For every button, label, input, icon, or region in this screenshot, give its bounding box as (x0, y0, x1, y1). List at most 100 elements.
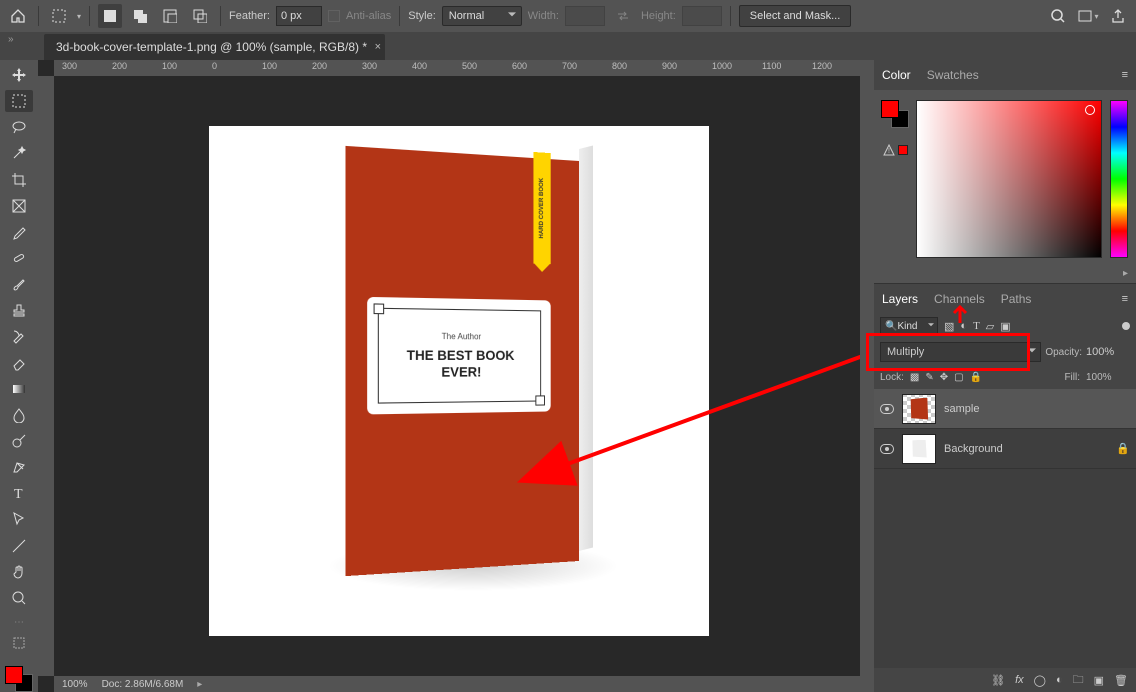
group-icon[interactable]: 🗀 (1073, 671, 1084, 690)
lasso-tool-icon[interactable] (5, 116, 33, 138)
visibility-icon[interactable] (880, 444, 894, 454)
layer-item-background[interactable]: Background 🔒 (874, 429, 1136, 469)
marquee-tool-icon[interactable] (5, 90, 33, 112)
zoom-value[interactable]: 100% (62, 679, 88, 690)
filter-type-icon[interactable]: T (973, 320, 980, 332)
fx-icon[interactable]: fx (1015, 674, 1024, 686)
height-label: Height: (641, 10, 676, 22)
healing-tool-icon[interactable] (5, 247, 33, 269)
new-layer-icon[interactable]: ▣ (1094, 674, 1104, 687)
move-tool-icon[interactable] (5, 64, 33, 86)
canvas[interactable]: HARD COVER BOOK The Author THE BEST BOOK… (54, 76, 860, 676)
brush-tool-icon[interactable] (5, 273, 33, 295)
filter-smart-icon[interactable]: ▣ (1000, 320, 1010, 333)
link-layers-icon[interactable]: ⛓ (991, 674, 1005, 687)
hue-slider[interactable] (1110, 100, 1128, 258)
layer-name[interactable]: sample (944, 403, 979, 415)
zoom-tool-icon[interactable] (5, 587, 33, 609)
opacity-value[interactable]: 100% (1086, 346, 1130, 358)
lock-label: Lock: (880, 372, 904, 383)
dodge-tool-icon[interactable] (5, 430, 33, 452)
selection-new-icon[interactable] (98, 4, 122, 28)
adjustment-icon[interactable]: ◐ (1056, 674, 1063, 686)
fill-value[interactable]: 100% (1086, 372, 1130, 383)
panel-collapse-strip[interactable] (860, 60, 874, 692)
layer-name[interactable]: Background (944, 443, 1003, 455)
layer-thumbnail[interactable] (902, 394, 936, 424)
filter-pixel-icon[interactable]: ▧ (944, 320, 954, 333)
color-field[interactable] (916, 100, 1102, 258)
blend-mode-select[interactable]: Multiply (880, 342, 1041, 362)
lock-all-icon[interactable]: 🔒 (970, 372, 982, 383)
marquee-preset-icon[interactable] (47, 4, 71, 28)
color-panel-tabs: Color Swatches ≡ (874, 60, 1136, 90)
color-fg-bg-swatch[interactable] (881, 100, 909, 128)
visibility-icon[interactable] (880, 404, 894, 414)
filter-shape-icon[interactable]: ▱ (986, 320, 994, 333)
path-select-tool-icon[interactable] (5, 508, 33, 530)
style-select[interactable]: Normal (442, 6, 522, 26)
blur-tool-icon[interactable] (5, 404, 33, 426)
gamut-warning-icon[interactable]: ! (883, 144, 908, 156)
frame-tool-icon[interactable] (5, 195, 33, 217)
right-panels: Color Swatches ≡ ! ▸ Layers Channels Pat… (874, 60, 1136, 692)
share-icon[interactable] (1106, 4, 1130, 28)
crop-tool-icon[interactable] (5, 169, 33, 191)
history-brush-tool-icon[interactable] (5, 325, 33, 347)
eyedropper-tool-icon[interactable] (5, 221, 33, 243)
tab-channels[interactable]: Channels (934, 292, 985, 306)
selection-intersect-icon[interactable] (188, 4, 212, 28)
svg-text:T: T (14, 487, 23, 501)
close-tab-icon[interactable]: × (375, 41, 381, 53)
hand-tool-icon[interactable] (5, 561, 33, 583)
tab-swatches[interactable]: Swatches (927, 68, 979, 82)
delete-layer-icon[interactable]: 🗑 (1114, 674, 1128, 687)
pen-tool-icon[interactable] (5, 456, 33, 478)
selection-add-icon[interactable] (128, 4, 152, 28)
stamp-tool-icon[interactable] (5, 299, 33, 321)
document-tab[interactable]: 3d-book-cover-template-1.png @ 100% (sam… (44, 34, 385, 60)
selection-subtract-icon[interactable] (158, 4, 182, 28)
color-switch-icon[interactable]: ▸ (874, 268, 1136, 283)
magic-wand-tool-icon[interactable] (5, 142, 33, 164)
line-tool-icon[interactable] (5, 535, 33, 557)
filter-adjust-icon[interactable]: ◐ (960, 320, 967, 332)
collapse-chevrons-icon[interactable]: » (8, 34, 14, 45)
panel-menu-icon[interactable]: ≡ (1122, 69, 1128, 81)
filter-toggle-icon[interactable] (1122, 322, 1130, 330)
home-icon[interactable] (6, 4, 30, 28)
lock-icon[interactable]: 🔒 (1116, 442, 1130, 455)
horizontal-ruler[interactable]: 300 200 100 0 100 200 300 400 500 600 70… (54, 60, 860, 76)
tab-color[interactable]: Color (882, 68, 911, 82)
layers-list: sample Background 🔒 (874, 389, 1136, 668)
lock-pixels-icon[interactable]: ✎ (925, 372, 933, 383)
panel-menu-icon[interactable]: ≡ (1122, 293, 1128, 305)
antialias-checkbox (328, 10, 340, 22)
feather-input[interactable] (276, 6, 322, 26)
layer-thumbnail[interactable] (902, 434, 936, 464)
lock-position-icon[interactable]: ✥ (940, 372, 948, 383)
filter-kind-select[interactable]: 🔍Kind (880, 317, 938, 335)
eraser-tool-icon[interactable] (5, 352, 33, 374)
title-plate: The Author THE BEST BOOK EVER! (367, 297, 551, 415)
search-icon[interactable] (1046, 4, 1070, 28)
foreground-background-swatch[interactable] (5, 666, 33, 692)
lock-artboard-icon[interactable]: ▢ (954, 372, 963, 383)
lock-transparency-icon[interactable]: ▩ (910, 372, 919, 383)
status-chevron-icon[interactable]: ▸ (197, 679, 202, 690)
mask-icon[interactable]: ◯ (1034, 674, 1046, 687)
type-tool-icon[interactable]: T (5, 482, 33, 504)
tab-layers[interactable]: Layers (882, 292, 918, 306)
tab-paths[interactable]: Paths (1001, 292, 1032, 306)
color-cursor (1085, 105, 1095, 115)
width-label: Width: (528, 10, 559, 22)
select-and-mask-button[interactable]: Select and Mask... (739, 5, 852, 27)
layer-item-sample[interactable]: sample (874, 389, 1136, 429)
frame-icon[interactable]: ▾ (1076, 4, 1100, 28)
vertical-ruler[interactable] (38, 76, 54, 676)
color-panel: ! (874, 90, 1136, 268)
edit-toolbar-icon[interactable] (5, 632, 33, 654)
gradient-tool-icon[interactable] (5, 378, 33, 400)
antialias-label: Anti-alias (346, 10, 391, 22)
more-tools-icon[interactable]: ⋯ (14, 617, 24, 628)
